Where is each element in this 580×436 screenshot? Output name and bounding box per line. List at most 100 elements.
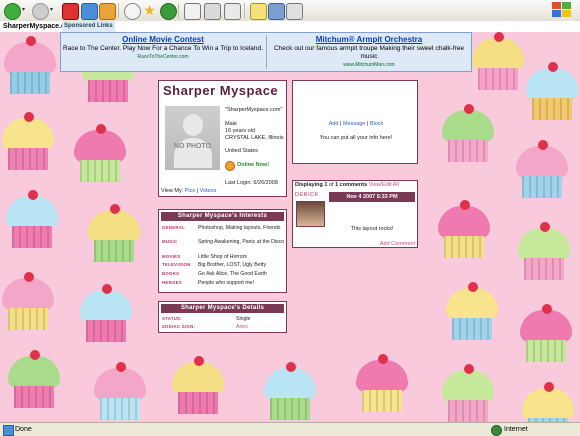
comments-of: of bbox=[328, 182, 334, 188]
globe-icon bbox=[491, 425, 502, 436]
details-title: Sharper Myspace's Details bbox=[161, 304, 284, 313]
view-my-separator: | bbox=[196, 188, 199, 194]
add-comment-link[interactable]: Add Comment bbox=[380, 241, 415, 248]
cupcake-decoration bbox=[440, 104, 496, 164]
cupcake-decoration bbox=[72, 124, 128, 184]
ad-left-title[interactable]: Online Movie Contest bbox=[63, 35, 263, 45]
interest-value: Spring Awakening, Panic at the Disco bbox=[198, 239, 285, 245]
message-link[interactable]: Message bbox=[343, 121, 365, 127]
cupcake-decoration bbox=[524, 62, 580, 122]
contact-separator: | bbox=[366, 121, 369, 127]
comments-displaying: Displaying bbox=[295, 182, 323, 188]
interest-label: TELEVISION bbox=[162, 262, 191, 267]
interest-value: People who support me! bbox=[198, 280, 254, 286]
ad-right[interactable]: Mitchum® Armpit Orchestra Check out our … bbox=[269, 35, 469, 69]
ad-right-title[interactable]: Mitchum® Armpit Orchestra bbox=[269, 35, 469, 45]
ad-divider bbox=[266, 35, 267, 69]
windows-logo-icon bbox=[552, 2, 574, 19]
view-edit-all-link[interactable]: View/Edit All bbox=[369, 182, 399, 188]
edit-icon[interactable] bbox=[224, 3, 241, 20]
interest-value: Go Ask Alice, The Good Earth bbox=[198, 271, 267, 277]
block-link[interactable]: Block bbox=[370, 121, 383, 127]
page-icon bbox=[3, 425, 14, 436]
forward-dropdown-icon[interactable]: ▾ bbox=[50, 3, 55, 18]
comments-word: comments bbox=[339, 182, 368, 188]
ad-left[interactable]: Online Movie Contest Race to The Center.… bbox=[63, 35, 263, 61]
back-dropdown-icon[interactable]: ▾ bbox=[22, 3, 27, 18]
interest-label: BOOKS bbox=[162, 271, 180, 276]
view-my-links: View My: Pics | Videos bbox=[161, 188, 216, 195]
comments-header: Displaying 1 of 1 comments View/Edit All bbox=[295, 182, 399, 189]
back-icon[interactable] bbox=[4, 3, 21, 20]
info-text: You can put all your info here! bbox=[319, 135, 393, 141]
cupcake-decoration bbox=[516, 222, 572, 282]
home-icon[interactable] bbox=[99, 3, 116, 20]
comments-count: 1 bbox=[324, 182, 328, 188]
ad-right-url[interactable]: www.MitchumMan.com bbox=[269, 61, 469, 69]
no-photo-label: NO PHOTO bbox=[173, 143, 212, 150]
discuss-icon[interactable] bbox=[250, 3, 267, 20]
sponsored-links-banner: Online Movie Contest Race to The Center.… bbox=[60, 32, 472, 72]
profile-name: Sharper Myspace bbox=[163, 83, 279, 98]
stop-icon[interactable] bbox=[62, 3, 79, 20]
cupcake-decoration bbox=[436, 200, 492, 260]
cupcake-decoration bbox=[2, 36, 58, 96]
details-box: Sharper Myspace's Details STATUS: Single … bbox=[158, 301, 287, 333]
cupcake-decoration bbox=[170, 356, 226, 416]
interests-box: Sharper Myspace's Interests GENERAL Photo… bbox=[158, 209, 287, 293]
sponsored-links-label: Sponsored Links bbox=[62, 21, 115, 32]
cupcake-decoration bbox=[470, 32, 526, 92]
ad-right-text: Check out our famous armpit troupe Makin… bbox=[273, 45, 465, 60]
detail-value: Single bbox=[236, 316, 251, 322]
mail-icon[interactable] bbox=[184, 3, 201, 20]
online-now-icon bbox=[225, 161, 235, 171]
research-icon[interactable] bbox=[286, 3, 303, 20]
view-pics-link[interactable]: Pics bbox=[185, 188, 195, 194]
web-page bbox=[0, 32, 580, 422]
comment-date: Nov 4 2007 5:33 PM bbox=[329, 192, 415, 202]
interest-label: MOVIES bbox=[162, 254, 181, 259]
add-link[interactable]: Add bbox=[329, 121, 339, 127]
profile-location: CRYSTAL LAKE, Illinois bbox=[225, 135, 284, 141]
ad-left-text: Race to The Center. Play Now For a Chanc… bbox=[63, 45, 263, 52]
profile-box: Sharper Myspace NO PHOTO "SharperMyspace… bbox=[158, 80, 287, 197]
refresh-icon[interactable] bbox=[81, 3, 98, 20]
cupcake-decoration bbox=[354, 354, 410, 414]
ad-left-url[interactable]: RaceToTheCenter.com bbox=[63, 53, 263, 61]
cupcake-decoration bbox=[520, 382, 576, 422]
contact-separator: | bbox=[340, 121, 342, 127]
comment-author[interactable]: DERICK bbox=[295, 192, 319, 199]
cupcake-decoration bbox=[444, 282, 500, 342]
online-now-label: Online Now! bbox=[237, 162, 270, 168]
cupcake-decoration bbox=[78, 284, 134, 344]
status-text: Done bbox=[15, 426, 32, 433]
profile-quote: "SharperMyspace.com" bbox=[225, 107, 283, 113]
view-my-label: View My: bbox=[161, 188, 184, 194]
profile-photo[interactable]: NO PHOTO bbox=[165, 106, 220, 170]
cupcake-decoration bbox=[518, 304, 574, 364]
comments-box: Displaying 1 of 1 comments View/Edit All… bbox=[292, 180, 418, 248]
cupcake-decoration bbox=[6, 350, 62, 410]
favorites-icon[interactable]: ★ bbox=[142, 3, 157, 18]
last-login: Last Login: 6/26/2008 bbox=[225, 180, 278, 186]
forward-icon[interactable] bbox=[32, 3, 49, 20]
info-box: Add | Message | Block You can put all yo… bbox=[292, 80, 418, 164]
view-videos-link[interactable]: Videos bbox=[200, 188, 217, 194]
detail-value: Aries bbox=[236, 324, 248, 330]
contact-links: Add | Message | Block bbox=[293, 121, 419, 128]
status-bar: Done Internet bbox=[0, 422, 580, 436]
detail-label: ZODIAC SIGN: bbox=[162, 324, 196, 329]
print-icon[interactable] bbox=[204, 3, 221, 20]
interest-value: Little Shop of Horrors bbox=[198, 254, 248, 260]
cupcake-decoration bbox=[440, 364, 496, 422]
comment-body: This layout rocks! bbox=[350, 226, 394, 232]
search-icon[interactable] bbox=[124, 3, 141, 20]
profile-country: United States bbox=[225, 148, 259, 154]
browser-toolbar: ▾ ▾ ★ bbox=[0, 0, 580, 22]
comment-avatar[interactable] bbox=[296, 201, 325, 227]
interest-label: HEROES bbox=[162, 280, 182, 285]
history-icon[interactable] bbox=[160, 3, 177, 20]
messenger-icon[interactable] bbox=[268, 3, 285, 20]
profile-gender: Male bbox=[225, 121, 237, 127]
cupcake-decoration bbox=[514, 140, 570, 200]
